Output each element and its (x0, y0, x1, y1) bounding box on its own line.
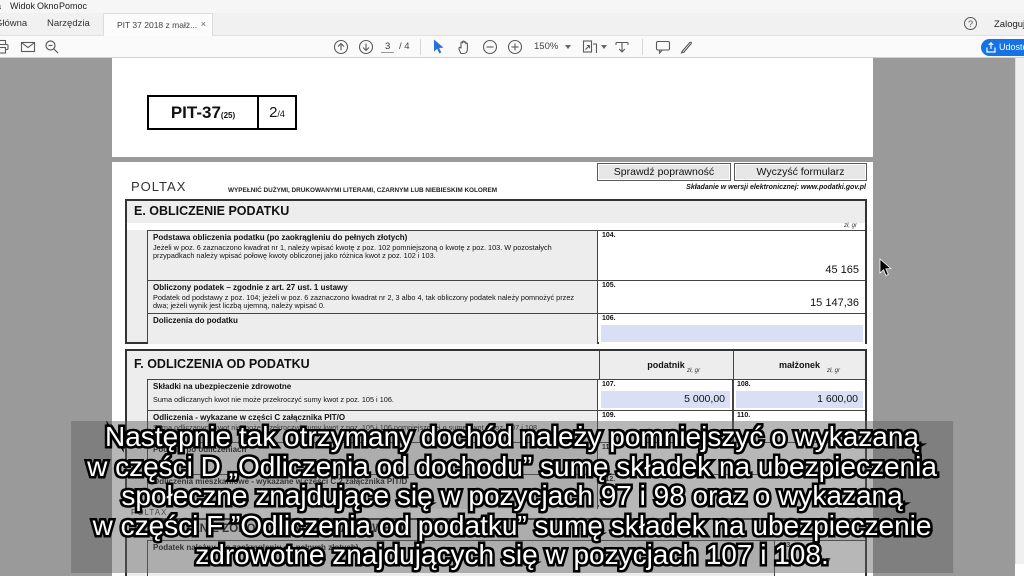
vertical-scrollbar[interactable] (1015, 58, 1024, 564)
row-107-desc: Suma odliczanych kwot nie może przekrocz… (153, 396, 593, 405)
zl-gr-label: zł, gr (844, 223, 857, 229)
field-108-input[interactable]: 1 600,00 (736, 391, 863, 408)
toolbar-divider (420, 39, 421, 55)
tab-bar: Główna Narzędzia PIT 37 2018 z małż... ×… (0, 13, 1024, 36)
row-105-desc: Podatek od podstawy z poz. 104; jeżeli w… (153, 294, 589, 311)
poltax-label: POLTAX (131, 179, 186, 194)
subtitle-line: w części F ”Odliczenia od podatku” sumę … (87, 511, 937, 541)
menu-bar: Edycja Widok Okno Pomoc (0, 0, 1024, 13)
column-spouse: małżonek (733, 360, 866, 370)
mouse-cursor-icon (879, 258, 892, 282)
subtitle-line: zdrowotne znajdujących się w pozycjach 1… (87, 540, 937, 570)
column-taxpayer: podatnik (599, 360, 733, 370)
field-106-input[interactable] (601, 325, 863, 342)
row-104-desc: Jeżeli w poz. 6 zaznaczono kwadrat nr 1,… (153, 244, 585, 261)
scrollbar-corner (1015, 564, 1024, 576)
zl-gr-label: zł, gr (827, 368, 840, 374)
zoom-out-icon[interactable] (482, 39, 498, 55)
help-icon[interactable]: ? (964, 17, 977, 30)
email-icon[interactable] (20, 39, 36, 55)
form-row-104: Podstawa obliczenia podatku (po zaokrągl… (148, 230, 865, 280)
form-code-box: PIT-37(25) 2/4 (147, 95, 297, 130)
zl-gr-label: zł, gr (687, 368, 700, 374)
page-up-icon[interactable] (333, 39, 349, 55)
section-f-title: F. ODLICZENIA OD PODATKU (134, 357, 310, 371)
field-110-number: 110. (737, 412, 750, 419)
row-107-title: Składki na ubezpieczenie zdrowotne (153, 382, 593, 392)
scrolling-view-icon[interactable] (614, 39, 630, 55)
menu-item-edit[interactable]: Edycja (0, 1, 1, 11)
tab-document-title: PIT 37 2018 z małż... (117, 20, 197, 30)
form-row-106: Doliczenia do podatku 106. (148, 313, 865, 344)
page-down-icon[interactable] (358, 39, 374, 55)
sheet-total: /4 (277, 109, 285, 119)
hand-tool-icon[interactable] (456, 39, 472, 55)
row-106-title: Doliczenia do podatku (153, 316, 593, 326)
check-validity-button[interactable]: Sprawdź poprawność (597, 163, 731, 181)
fit-page-icon[interactable] (582, 39, 598, 55)
share-button[interactable]: Udostępnij (981, 39, 1024, 56)
efiling-note: Składanie w wersji elektronicznej: www.p… (686, 184, 866, 191)
tab-document[interactable]: PIT 37 2018 z małż... × (103, 13, 213, 36)
form-row-105: Obliczony podatek – zgodnie z art. 27 us… (148, 280, 865, 313)
section-gutter (127, 230, 148, 342)
subtitle-overlay: Następnie tak otrzymany dochód należy po… (71, 421, 953, 573)
page-number-input[interactable]: 3 (381, 41, 394, 53)
clear-form-button[interactable]: Wyczyść formularz (734, 163, 867, 181)
fill-instruction: WYPEŁNIĆ DUŻYMI, DRUKOWANYMI LITERAMI, C… (228, 187, 497, 194)
field-107-input[interactable]: 5 000,00 (601, 391, 730, 408)
tab-home[interactable]: Główna (0, 18, 27, 29)
fill-sign-icon[interactable] (679, 39, 695, 55)
search-icon[interactable] (44, 39, 60, 55)
login-link[interactable]: Zaloguj się (994, 19, 1024, 30)
form-code-version: (25) (221, 111, 235, 120)
subtitle-line: społeczne znajdujące się w pozycjach 97 … (87, 481, 937, 511)
row-105-title: Obliczony podatek – zgodnie z art. 27 us… (153, 283, 593, 293)
zoom-level-select[interactable]: 150% (534, 41, 558, 52)
field-107-number: 107. (602, 381, 616, 388)
zoom-in-icon[interactable] (507, 39, 523, 55)
row-104-title: Podstawa obliczenia podatku (po zaokrągl… (153, 233, 593, 243)
pdf-page-previous: PIT-37(25) 2/4 (112, 58, 873, 157)
field-106-number: 106. (602, 315, 616, 322)
zoom-caret-icon[interactable] (565, 45, 571, 49)
toolbar: 3 / 4 150% Udostęp (0, 36, 1024, 58)
section-e-title: E. OBLICZENIE PODATKU (134, 204, 289, 218)
field-108-number: 108. (737, 381, 751, 388)
subtitle-line: w części D „Odliczenia od dochodu” sumę … (87, 452, 937, 482)
field-104-number: 104. (602, 232, 616, 239)
close-tab-icon[interactable]: × (201, 19, 206, 29)
field-105-number: 105. (602, 282, 616, 289)
page-count-label: / 4 (399, 41, 410, 52)
acrobat-window: Edycja Widok Okno Pomoc Główna Narzędzia… (0, 0, 1024, 576)
menu-item-window[interactable]: Okno (37, 1, 59, 11)
section-e: E. OBLICZENIE PODATKU zł, gr Podstawa ob… (125, 199, 867, 344)
form-row-107-108: Składki na ubezpieczenie zdrowotne Suma … (148, 379, 865, 410)
toolbar-divider (642, 39, 643, 55)
field-105-value[interactable]: 15 147,36 (810, 297, 859, 309)
subtitle-line: Następnie tak otrzymany dochód należy po… (87, 422, 937, 452)
menu-item-view[interactable]: Widok (10, 1, 35, 11)
fit-page-caret-icon[interactable] (601, 45, 607, 49)
select-tool-icon[interactable] (431, 39, 447, 55)
print-icon[interactable] (0, 39, 10, 55)
form-code: PIT-37 (171, 103, 221, 122)
menu-item-help[interactable]: Pomoc (59, 1, 87, 11)
field-109-number: 109. (602, 412, 616, 419)
comment-icon[interactable] (655, 39, 671, 55)
field-104-value[interactable]: 45 165 (825, 264, 859, 276)
share-button-label: Udostępnij (999, 42, 1024, 52)
tab-tools[interactable]: Narzędzia (47, 18, 90, 29)
